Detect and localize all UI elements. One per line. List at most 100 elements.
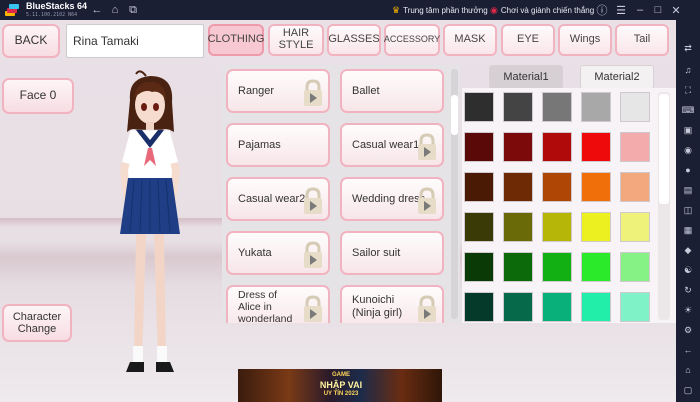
material2-tab[interactable]: Material2 [580,65,654,89]
gamepad-icon[interactable]: ▣ [680,122,696,138]
eco-mode-icon[interactable]: ☯ [680,262,696,278]
color-swatch[interactable] [464,132,494,162]
color-swatch[interactable] [503,252,533,282]
minimize-icon[interactable]: – [632,2,648,18]
menu-icon[interactable]: ☰ [613,2,629,18]
clothing-item-label: Casual wear2 [238,192,306,205]
keyboard-icon[interactable]: ⌨ [680,102,696,118]
clothing-item-yukata[interactable]: Yukata [226,231,330,275]
color-swatch[interactable] [503,212,533,242]
back-button[interactable]: BACK [2,24,60,58]
clothing-list-panel: Ranger Ballet Pajamas Casual wear1 Casua… [222,65,460,323]
close-icon[interactable]: ✕ [668,2,684,18]
macro-icon[interactable]: ◆ [680,242,696,258]
clothing-item-casual-wear2[interactable]: Casual wear2 [226,177,330,221]
tab-wings[interactable]: Wings [558,24,612,56]
color-palette [462,88,676,323]
rewards-center-label: Trung tâm phần thưởng [403,5,488,15]
color-swatch[interactable] [581,132,611,162]
clothing-item-sailor-suit[interactable]: Sailor suit [340,231,444,275]
color-swatch[interactable] [620,132,650,162]
back-nav-icon[interactable]: ← [680,342,696,358]
color-swatch[interactable] [581,92,611,122]
palette-scrollbar-thumb[interactable] [659,94,669,204]
shake-icon[interactable]: ☀ [680,302,696,318]
bluestacks-logo-icon [5,4,19,16]
color-swatch[interactable] [464,212,494,242]
record-icon[interactable]: ● [680,162,696,178]
color-swatch[interactable] [542,92,572,122]
color-swatch[interactable] [464,252,494,282]
locked-ad-icon [418,295,436,322]
locked-ad-icon [418,187,436,214]
clothing-item-kunoichi[interactable]: Kunoichi (Ninja girl) [340,285,444,323]
color-swatch[interactable] [620,252,650,282]
home-icon[interactable]: ⌂ [107,2,123,18]
maximize-icon[interactable]: □ [650,2,666,18]
clothing-item-ballet[interactable]: Ballet [340,69,444,113]
character-name-input[interactable]: Rina Tamaki [66,24,204,58]
character-change-button[interactable]: Character Change [2,304,72,342]
bluestacks-sidebar: ⇄ ♫ ⛶ ⌨ ▣ ◉ ● ▤ ◫ ▦ ◆ ☯ ↻ ☀ ⚙ ← ⌂ ▢ [676,20,700,402]
color-swatch[interactable] [503,132,533,162]
rotate-icon[interactable]: ↻ [680,282,696,298]
palette-scrollbar[interactable] [658,92,670,320]
color-swatch[interactable] [503,172,533,202]
color-swatch[interactable] [620,212,650,242]
clothing-item-alice-dress[interactable]: Dress of Alice in wonderland [226,285,330,323]
color-swatch[interactable] [581,212,611,242]
color-swatch[interactable] [620,292,650,322]
recent-nav-icon[interactable]: ▢ [680,382,696,398]
play-and-win-link[interactable]: ◉ Chơi và giành chiến thắng [490,4,594,16]
ad-line2: NHẬP VAI [319,379,363,390]
color-swatch[interactable] [464,292,494,322]
color-swatch[interactable] [581,172,611,202]
ad-banner[interactable]: GAME NHẬP VAI UY TÍN 2023 [238,369,442,402]
tab-tail[interactable]: Tail [615,24,669,56]
fullscreen-icon[interactable]: ⛶ [680,82,696,98]
home-nav-icon[interactable]: ⌂ [680,362,696,378]
recent-apps-icon[interactable]: ⧉ [125,2,141,18]
color-swatch[interactable] [503,292,533,322]
clothing-item-wedding-dress[interactable]: Wedding dress [340,177,444,221]
folder-icon[interactable]: ▤ [680,182,696,198]
clothing-scrollbar-thumb[interactable] [451,95,458,135]
clothing-item-label: Ballet [352,84,380,97]
tab-accessory[interactable]: ACCESSORY [384,24,440,56]
install-apk-icon[interactable]: ◫ [680,202,696,218]
color-swatch[interactable] [542,212,572,242]
locked-ad-icon [418,133,436,160]
clothing-item-pajamas[interactable]: Pajamas [226,123,330,167]
color-swatch[interactable] [620,172,650,202]
tab-glasses[interactable]: GLASSES [327,24,381,56]
color-swatch[interactable] [542,172,572,202]
clothing-item-casual-wear1[interactable]: Casual wear1 [340,123,444,167]
expand-icon[interactable]: ⇄ [680,40,696,56]
tab-clothing[interactable]: CLOTHING [208,24,264,56]
color-swatch[interactable] [542,252,572,282]
app-name: BlueStacks 64 [26,1,88,11]
tab-hair-style[interactable]: HAIR STYLE [268,24,324,56]
color-swatch[interactable] [620,92,650,122]
volume-icon[interactable]: ♫ [680,62,696,78]
help-icon[interactable]: ⓘ [594,2,610,18]
back-arrow-icon[interactable]: ← [89,2,105,18]
color-swatch[interactable] [464,92,494,122]
rewards-center-link[interactable]: ♛ Trung tâm phần thưởng [392,4,488,16]
camera-icon[interactable]: ◉ [680,142,696,158]
color-swatch[interactable] [542,292,572,322]
color-swatch[interactable] [581,252,611,282]
color-swatch[interactable] [581,292,611,322]
material1-tab[interactable]: Material1 [489,65,563,89]
tab-mask[interactable]: MASK [443,24,497,56]
clothing-item-ranger[interactable]: Ranger [226,69,330,113]
multi-instance-icon[interactable]: ▦ [680,222,696,238]
clothing-scrollbar[interactable] [451,69,458,319]
color-swatch[interactable] [542,132,572,162]
color-swatch[interactable] [464,172,494,202]
clothing-item-label: Pajamas [238,138,281,151]
face-button[interactable]: Face 0 [2,78,74,114]
tab-eye[interactable]: EYE [501,24,555,56]
settings-icon[interactable]: ⚙ [680,322,696,338]
color-swatch[interactable] [503,92,533,122]
